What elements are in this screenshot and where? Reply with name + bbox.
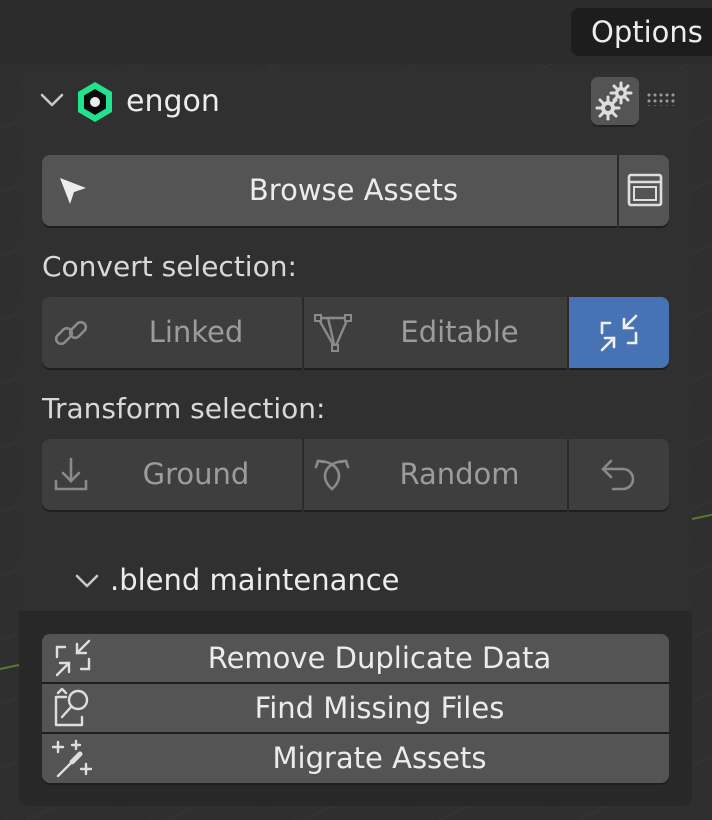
ground-label: Ground bbox=[142, 457, 250, 491]
maintenance-heading[interactable]: .blend maintenance bbox=[110, 563, 400, 597]
magic-wand-icon bbox=[52, 739, 92, 778]
random-icon bbox=[314, 459, 350, 491]
preferences-button[interactable] bbox=[591, 77, 639, 125]
convert-selection-heading: Convert selection: bbox=[42, 250, 297, 283]
maintenance-chevron-down-icon[interactable] bbox=[75, 573, 99, 589]
engon-logo-icon bbox=[78, 82, 112, 122]
browse-assets-label: Browse Assets bbox=[248, 173, 459, 207]
random-label: Random bbox=[399, 457, 520, 491]
browse-assets-button[interactable]: Browse Assets bbox=[42, 155, 617, 226]
drag-handle[interactable] bbox=[646, 92, 676, 106]
undo-icon bbox=[601, 459, 635, 491]
linked-label: Linked bbox=[148, 315, 244, 349]
ground-icon bbox=[54, 457, 88, 491]
editable-label: Editable bbox=[400, 315, 519, 349]
transform-selection-heading: Transform selection: bbox=[42, 392, 326, 425]
find-missing-files-label: Find Missing Files bbox=[254, 691, 505, 725]
gear-icon bbox=[595, 81, 633, 121]
merge-arrows-icon bbox=[55, 639, 91, 677]
mesh-icon bbox=[314, 314, 352, 352]
migrate-assets-label: Migrate Assets bbox=[272, 741, 487, 775]
window-icon bbox=[627, 173, 663, 207]
options-tab[interactable]: Options bbox=[571, 8, 712, 56]
remove-duplicate-data-button[interactable]: Remove Duplicate Data bbox=[42, 634, 669, 682]
migrate-assets-button[interactable]: Migrate Assets bbox=[42, 734, 669, 783]
link-icon bbox=[54, 320, 88, 346]
remove-duplicate-data-label: Remove Duplicate Data bbox=[207, 641, 552, 675]
cursor-icon bbox=[60, 178, 86, 204]
find-missing-icon bbox=[54, 687, 89, 727]
chevron-down-icon[interactable] bbox=[40, 92, 64, 108]
panel-title: engon bbox=[126, 84, 220, 119]
find-missing-files-button[interactable]: Find Missing Files bbox=[42, 684, 669, 732]
shrink-arrows-icon bbox=[600, 314, 638, 352]
